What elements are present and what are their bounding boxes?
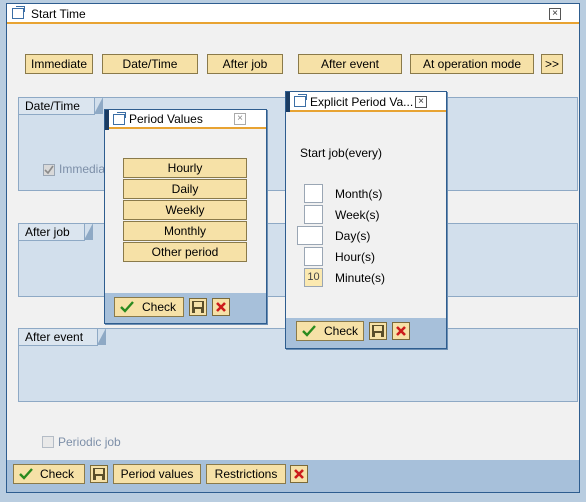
period-values-button[interactable]: Period values	[113, 464, 201, 484]
save-icon[interactable]	[90, 465, 108, 483]
window-icon	[12, 6, 25, 19]
period-check-label: Check	[142, 300, 177, 314]
cancel-icon[interactable]	[290, 465, 308, 483]
after-event-button[interactable]: After event	[298, 54, 402, 74]
dialog-icon	[113, 112, 126, 125]
other-period-button[interactable]: Other period	[123, 242, 247, 262]
monthly-button[interactable]: Monthly	[123, 221, 247, 241]
period-values-dialog: Period Values × Hourly Daily Weekly Mont…	[104, 109, 267, 324]
weeks-field[interactable]	[304, 205, 323, 224]
months-field[interactable]	[304, 184, 323, 203]
start-job-heading: Start job(every)	[300, 146, 383, 160]
save-icon[interactable]	[189, 298, 207, 316]
check-icon	[120, 301, 134, 313]
months-label: Month(s)	[335, 187, 383, 201]
days-label: Day(s)	[335, 229, 371, 243]
periodic-job-label: Periodic job	[58, 435, 121, 449]
days-field[interactable]	[297, 226, 323, 245]
period-dialog-title-bar: Period Values ×	[105, 110, 266, 130]
period-check-button[interactable]: Check	[114, 297, 184, 317]
period-dialog-toolbar: Check	[105, 293, 266, 323]
check-button[interactable]: Check	[13, 464, 85, 484]
title-bar: Start Time ×	[7, 4, 579, 24]
explicit-dialog-close-icon[interactable]: ×	[415, 96, 427, 108]
more-button[interactable]: >>	[541, 54, 563, 74]
cancel-icon[interactable]	[392, 322, 410, 340]
hours-field[interactable]	[304, 247, 323, 266]
save-icon[interactable]	[369, 322, 387, 340]
weekly-button[interactable]: Weekly	[123, 200, 247, 220]
immediate-checkbox[interactable]	[43, 164, 55, 176]
group-date-time-label: Date/Time	[19, 97, 103, 115]
after-job-button[interactable]: After job	[207, 54, 283, 74]
explicit-period-dialog: Explicit Period Va... × Start job(every)…	[285, 91, 447, 349]
check-icon	[302, 325, 316, 337]
hourly-button[interactable]: Hourly	[123, 158, 247, 178]
immediate-button[interactable]: Immediate	[25, 54, 93, 74]
dialog-icon	[294, 94, 307, 107]
minutes-label: Minute(s)	[335, 271, 386, 285]
at-operation-mode-button[interactable]: At operation mode	[410, 54, 534, 74]
date-time-button[interactable]: Date/Time	[102, 54, 198, 74]
close-icon[interactable]: ×	[549, 8, 561, 20]
check-icon	[19, 468, 33, 480]
window-title: Start Time	[31, 7, 86, 21]
group-after-event-label: After event	[19, 328, 107, 346]
group-after-job-label: After job	[19, 223, 93, 241]
bottom-toolbar: Check Period values Restrictions	[7, 460, 579, 492]
period-dialog-title: Period Values	[129, 112, 203, 126]
period-dialog-close-icon[interactable]: ×	[234, 113, 246, 125]
cancel-icon[interactable]	[212, 298, 230, 316]
minutes-field[interactable]: 10	[304, 268, 323, 287]
explicit-dialog-title: Explicit Period Va...	[310, 95, 414, 109]
weeks-label: Week(s)	[335, 208, 380, 222]
periodic-job-checkbox[interactable]	[42, 436, 54, 448]
hours-label: Hour(s)	[335, 250, 376, 264]
check-button-label: Check	[40, 467, 75, 481]
explicit-dialog-title-bar: Explicit Period Va... ×	[286, 92, 446, 112]
explicit-dialog-toolbar: Check	[286, 318, 446, 348]
explicit-check-button[interactable]: Check	[296, 321, 364, 341]
daily-button[interactable]: Daily	[123, 179, 247, 199]
restrictions-button[interactable]: Restrictions	[206, 464, 286, 484]
explicit-check-label: Check	[324, 324, 359, 338]
